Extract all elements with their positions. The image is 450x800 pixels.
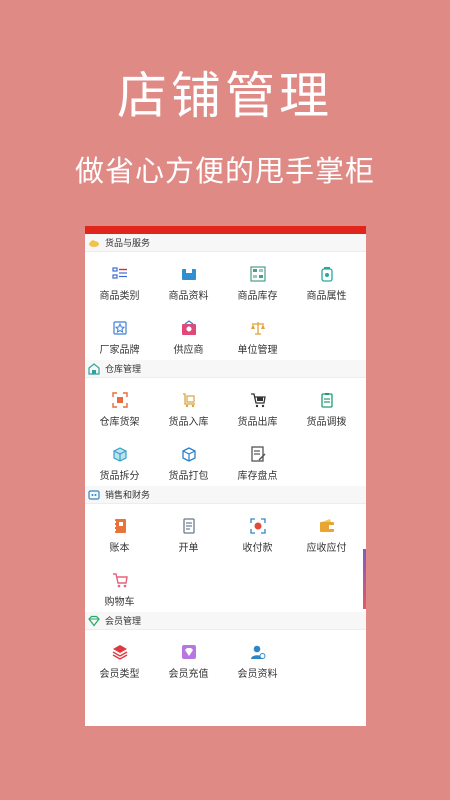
menu-item-label: 供应商 [173,345,204,356]
stock-out-cart-icon [250,392,266,408]
menu-item-label: 应收应付 [306,543,347,554]
menu-item[interactable]: 商品属性 [292,252,361,306]
menu-item-label: 会员资料 [237,669,278,680]
menu-grid: 账本 开单 收付款 应收应付购物车 [85,504,366,612]
menu-item[interactable]: 应收应付 [292,504,361,558]
hero-subtitle: 做省心方便的甩手掌柜 [74,154,375,188]
menu-item-label: 商品属性 [306,291,347,302]
phone-screen: 货品与服务商品类别 商品资料 商品库存 商品属性厂家品牌 供应商 单位管理仓库管理仓库货架… [85,226,366,726]
menu-item[interactable]: 货品出库 [223,378,292,432]
wallet-icon [319,518,335,534]
pack-box-icon [181,446,197,462]
supplier-card-icon [181,320,197,336]
section-header: 会员管理 [85,612,366,630]
menu-item[interactable]: 供应商 [154,306,223,360]
menu-item-label: 收付款 [242,543,273,554]
menu-item[interactable]: 开单 [154,504,223,558]
member-layers-icon [112,644,128,660]
menu-item-label: 商品库存 [237,291,278,302]
menu-item-label: 货品出库 [237,417,278,428]
menu-grid: 会员类型 会员充值 会员资料 [85,630,366,684]
menu-item-label: 单位管理 [237,345,278,356]
menu-item-label: 商品资料 [168,291,209,302]
menu-item-label: 商品类别 [99,291,140,302]
menu-item[interactable]: 单位管理 [223,306,292,360]
menu-item-label: 货品打包 [168,471,209,482]
shopping-cart-icon [112,572,128,588]
app-top-bar [85,226,366,234]
menu-item[interactable]: 货品入库 [154,378,223,432]
menu-item-label: 购物车 [104,597,135,608]
menu-item-label: 账本 [109,543,130,554]
menu-grid: 商品类别 商品资料 商品库存 商品属性厂家品牌 供应商 单位管理 [85,252,366,360]
menu-item[interactable]: 会员充值 [154,630,223,684]
payment-scan-icon [249,518,266,534]
warehouse-icon [88,362,100,375]
menu-item-label: 仓库货架 [99,417,140,428]
menu-item-label: 开单 [178,543,199,554]
menu-item[interactable]: 厂家品牌 [85,306,154,360]
transfer-clipboard-icon [319,392,335,408]
menu-item[interactable]: 商品库存 [223,252,292,306]
section-title: 仓库管理 [105,365,142,375]
section-header: 货品与服务 [85,234,366,252]
stocktake-doc-icon [250,446,266,462]
section-title: 会员管理 [105,617,142,627]
member-profile-icon [250,644,266,660]
menu-item-label: 库存盘点 [237,471,278,482]
split-box-icon [112,446,128,462]
side-drawer-handle[interactable] [363,549,366,609]
menu-grid: 仓库货架 货品入库 货品出库 货品调拨货品拆分 货品打包 库存盘点 [85,378,366,486]
scan-shelf-icon [111,392,128,408]
menu-item-label: 会员类型 [99,669,140,680]
menu-item-label: 货品拆分 [99,471,140,482]
diamond-icon [88,615,100,627]
menu-item-label: 会员充值 [168,669,209,680]
category-list-icon [111,266,128,282]
menu-item[interactable]: 商品资料 [154,252,223,306]
menu-item[interactable]: 库存盘点 [223,432,292,486]
section-header: 销售和财务 [85,486,366,504]
menu-item[interactable]: 商品类别 [85,252,154,306]
finance-icon [88,489,100,501]
menu-item-label: 厂家品牌 [99,345,140,356]
stock-in-cart-icon [181,392,197,408]
menu-item[interactable]: 货品打包 [154,432,223,486]
product-box-icon [181,266,197,282]
section-title: 销售和财务 [105,491,151,501]
invoice-doc-icon [181,518,197,534]
hero-title: 店铺管理 [117,67,333,125]
menu-item[interactable]: 会员资料 [223,630,292,684]
brand-badge-icon [112,320,128,336]
menu-item[interactable]: 仓库货架 [85,378,154,432]
scale-icon [250,320,266,336]
menu-sections: 货品与服务商品类别 商品资料 商品库存 商品属性厂家品牌 供应商 单位管理仓库管理仓库货架… [85,234,366,684]
cloud-icon [88,237,100,249]
ledger-book-icon [112,518,128,534]
inventory-shelf-icon [249,266,266,282]
menu-item[interactable]: 收付款 [223,504,292,558]
menu-item[interactable]: 会员类型 [85,630,154,684]
menu-item[interactable]: 货品调拨 [292,378,361,432]
menu-item[interactable]: 购物车 [85,558,154,612]
menu-item[interactable]: 账本 [85,504,154,558]
attribute-jar-icon [319,266,335,282]
recharge-diamond-icon [181,644,197,660]
menu-item[interactable]: 货品拆分 [85,432,154,486]
section-header: 仓库管理 [85,360,366,378]
menu-item-label: 货品入库 [168,417,209,428]
menu-item-label: 货品调拨 [306,417,347,428]
section-title: 货品与服务 [105,239,151,249]
